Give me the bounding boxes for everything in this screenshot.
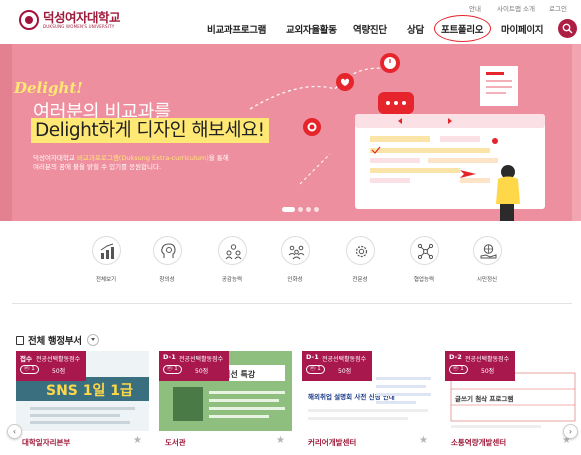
heart-bubble-icon	[336, 73, 354, 91]
search-button[interactable]	[558, 19, 577, 38]
carousel-prev-button[interactable]: ‹	[7, 424, 22, 439]
gear-badge-icon	[355, 245, 367, 258]
slide-dot[interactable]	[306, 207, 311, 212]
section-title: 전체 행정부서	[28, 336, 82, 347]
university-emblem-icon	[19, 10, 39, 30]
slide-dot[interactable]	[314, 207, 319, 212]
count-pill: ⓜ 1	[449, 365, 468, 374]
airplane-icon	[460, 170, 476, 178]
search-icon	[562, 23, 573, 34]
svg-text:SNS 1일 1급: SNS 1일 1급	[46, 383, 133, 399]
alarm-clock-icon	[380, 53, 400, 73]
score-label: 전공선택활동점수	[322, 356, 367, 363]
next-slide-peek[interactable]	[572, 44, 581, 221]
card-org: 소통역량개발센터	[451, 438, 507, 447]
category-all[interactable]: 전체보기	[86, 236, 126, 283]
category-collaboration[interactable]: 협업능력	[404, 236, 444, 283]
nav-counseling[interactable]: 상담	[407, 22, 424, 36]
category-label: 공감능력	[221, 277, 243, 283]
person-figure-icon	[496, 165, 520, 221]
card-org: 커리어개발센터	[308, 438, 357, 447]
category-label: 창의성	[159, 277, 175, 283]
hero-subtitle: Delight!	[14, 79, 83, 97]
nav-competency[interactable]: 역량진단	[353, 22, 387, 36]
logo-eng: DUKSUNG WOMEN'S UNIVERSITY	[43, 24, 115, 29]
dday-badge: 접수	[20, 355, 32, 363]
category-harmony[interactable]: 인화성	[275, 236, 315, 283]
category-label: 인화성	[287, 277, 303, 283]
gear-bubble-icon	[303, 118, 321, 136]
dday-badge: D-1	[306, 353, 319, 361]
score-label: 전공선택활동점수	[36, 356, 81, 363]
nav-extracurricular[interactable]: 비교과프로그램	[207, 22, 266, 36]
util-link-guide[interactable]: 안내	[469, 3, 481, 13]
card-org: 대학일자리본부	[22, 438, 71, 447]
card-badge: D-1 전공선택활동점수 ⓜ 1 50점	[159, 351, 229, 381]
head-brain-icon	[160, 243, 176, 258]
count-pill: ⓜ 1	[20, 365, 39, 374]
card-org: 도서관	[165, 438, 186, 447]
category-citizenship[interactable]: 시민정신	[467, 236, 507, 283]
hero-title-line2: Delight하게 디자인 해보세요!	[31, 118, 269, 143]
util-link-sitemap[interactable]: 사이트맵 소개	[497, 3, 535, 13]
prev-slide-peek[interactable]	[0, 44, 12, 221]
university-logo[interactable]: 덕성여자대학교 DUKSUNG WOMEN'S UNIVERSITY	[19, 10, 121, 30]
count-pill: ⓜ 1	[306, 365, 325, 374]
chevron-down-icon[interactable]	[86, 334, 99, 346]
nav-mypage[interactable]: 마이페이지	[501, 22, 544, 36]
hand-globe-icon	[480, 244, 496, 259]
program-card[interactable]: SNS 1일 1급 접수 전공선택활동점수 ⓜ 1 50점 대학일자리본부 ★	[16, 351, 149, 455]
section-divider	[12, 303, 572, 304]
chart-growth-icon	[100, 243, 114, 259]
svg-text:글쓰기 첨삭 프로그램: 글쓰기 첨삭 프로그램	[455, 394, 513, 403]
slide-dot-active[interactable]	[282, 207, 295, 212]
count-pill: ⓜ 1	[163, 365, 182, 374]
util-link-login[interactable]: 로그인	[549, 3, 567, 13]
category-label: 시민정신	[476, 277, 498, 283]
star-icon[interactable]: ★	[419, 435, 428, 446]
calendar-window-icon	[355, 114, 545, 209]
connection-icon	[417, 243, 433, 260]
hero-banner[interactable]: Delight! 여러분의 비교과를 Delight하게 디자인 해보세요! 덕…	[0, 44, 581, 221]
chat-bubble-icon	[378, 92, 414, 114]
nav-external-activity[interactable]: 교외자율활동	[286, 22, 337, 36]
program-card[interactable]: 글쓰기 첨삭 프로그램 D-2 전공선택활동점수 ⓜ 1 50점 소통역량개발센…	[445, 351, 578, 455]
logo-name: 덕성여자대학교	[43, 10, 121, 25]
category-label: 전체보기	[95, 277, 117, 283]
document-icon	[480, 66, 518, 106]
points-label: 50점	[195, 368, 209, 375]
dday-badge: D-2	[449, 353, 462, 361]
category-expertise[interactable]: 전문성	[340, 236, 380, 283]
points-label: 50점	[52, 368, 66, 375]
card-badge: D-1 전공선택활동점수 ⓜ 1 50점	[302, 351, 372, 381]
program-card[interactable]: 해외취업 설명회 사전 신청 안내 D-1 전공선택활동점수 ⓜ 1 50점 커…	[302, 351, 435, 455]
category-creativity[interactable]: 창의성	[147, 236, 187, 283]
score-label: 전공선택활동점수	[465, 356, 510, 363]
card-badge: 접수 전공선택활동점수 ⓜ 1 50점	[16, 351, 86, 381]
points-label: 50점	[338, 368, 352, 375]
site-header: 덕성여자대학교 DUKSUNG WOMEN'S UNIVERSITY 안내 사이…	[0, 0, 581, 44]
program-card[interactable]: 엄선 특강 D-1 전공선택활동점수 ⓜ 1 50점 도서관 ★	[159, 351, 292, 455]
category-label: 협업능력	[413, 277, 435, 283]
document-icon	[16, 335, 24, 345]
card-badge: D-2 전공선택활동점수 ⓜ 1 50점	[445, 351, 515, 381]
category-empathy[interactable]: 공감능력	[212, 236, 252, 283]
people-group-icon	[225, 244, 241, 260]
carousel-next-button[interactable]: ›	[563, 424, 578, 439]
score-label: 전공선택활동점수	[179, 356, 224, 363]
star-icon[interactable]: ★	[133, 435, 142, 446]
nav-portfolio[interactable]: 포트폴리오	[441, 22, 484, 36]
dday-badge: D-1	[163, 353, 176, 361]
hero-description: 덕성여자대학교 비교과프로그램(Duksung Extra-curriculum…	[33, 154, 229, 171]
section-header: 전체 행정부서	[16, 333, 99, 347]
category-label: 전문성	[352, 277, 368, 283]
slide-dot[interactable]	[298, 207, 303, 212]
team-network-icon	[288, 245, 304, 260]
points-label: 50점	[481, 368, 495, 375]
slide-indicator	[282, 207, 319, 212]
star-icon[interactable]: ★	[276, 435, 285, 446]
